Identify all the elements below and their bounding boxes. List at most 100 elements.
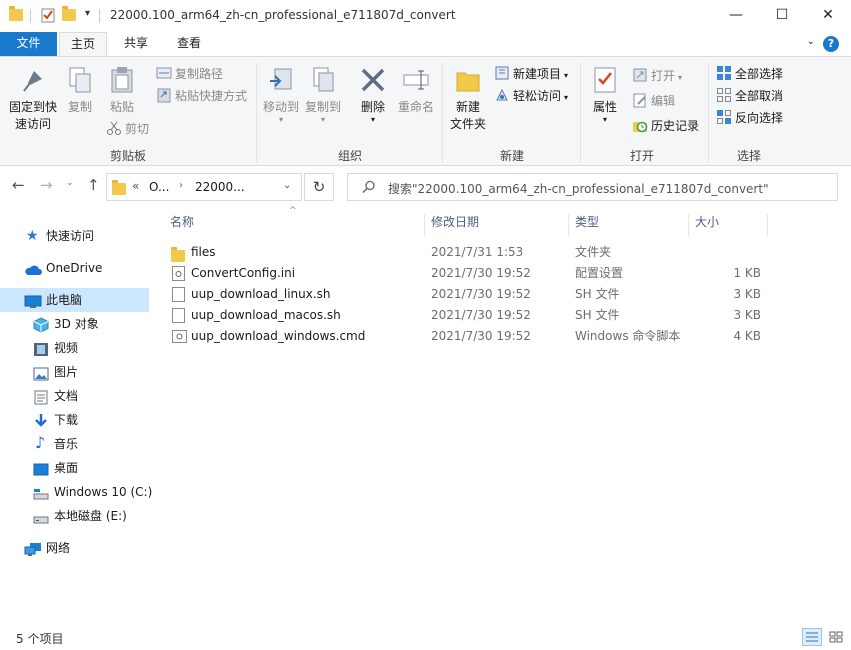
new-item-label: 新建项目 bbox=[513, 67, 562, 81]
details-view-button[interactable] bbox=[802, 628, 822, 646]
sidebar-item-desktop[interactable]: 桌面 bbox=[0, 456, 149, 480]
new-folder-button[interactable]: 新建 文件夹 bbox=[446, 65, 490, 133]
copy-to-button[interactable]: 复制到 ▾ bbox=[302, 65, 344, 124]
group-separator bbox=[708, 63, 709, 163]
collapse-ribbon-icon[interactable]: ⌄ bbox=[807, 36, 815, 47]
file-name: uup_download_windows.cmd bbox=[191, 329, 366, 343]
history-button[interactable]: 历史记录 bbox=[632, 116, 699, 136]
sidebar-item-windows-drive[interactable]: Windows 10 (C:) bbox=[0, 480, 153, 504]
tab-home[interactable]: 主页 bbox=[59, 32, 107, 56]
recent-locations-icon[interactable]: ⌄ bbox=[66, 178, 74, 188]
invert-selection-label: 反向选择 bbox=[735, 111, 784, 125]
breadcrumb-overflow-icon[interactable]: « bbox=[132, 179, 139, 193]
file-row[interactable]: uup_download_macos.sh 2021/7/30 19:52 SH… bbox=[168, 305, 768, 326]
forward-arrow-icon[interactable]: → bbox=[40, 176, 53, 194]
search-input[interactable]: 搜索"22000.100_arm64_zh-cn_professional_e7… bbox=[347, 173, 838, 201]
move-to-button[interactable]: 移动到 ▾ bbox=[260, 65, 302, 124]
sidebar-item-videos[interactable]: 视频 bbox=[0, 336, 149, 360]
delete-x-icon bbox=[358, 65, 388, 95]
move-to-label: 移动到 bbox=[262, 100, 299, 114]
minimize-button[interactable]: — bbox=[713, 0, 759, 30]
file-date: 2021/7/31 1:53 bbox=[431, 245, 524, 259]
rename-button[interactable]: 重命名 bbox=[395, 65, 437, 116]
pin-to-quick-access-button[interactable]: 固定到快 速访问 bbox=[6, 65, 60, 133]
address-bar[interactable]: « O... › 22000... ⌄ bbox=[106, 173, 302, 201]
breadcrumb-segment[interactable]: O... bbox=[149, 180, 169, 194]
new-item-button[interactable]: 新建项目 ▾ bbox=[494, 64, 568, 84]
tab-file[interactable]: 文件 bbox=[0, 32, 57, 56]
folder-icon bbox=[112, 180, 126, 195]
details-view-icon bbox=[806, 632, 818, 642]
sidebar-item-label: 本地磁盘 (E:) bbox=[54, 509, 127, 523]
new-folder-quick-icon[interactable] bbox=[62, 6, 78, 23]
drive-icon bbox=[33, 485, 49, 500]
breadcrumb-segment[interactable]: 22000... bbox=[195, 180, 245, 194]
tab-view[interactable]: 查看 bbox=[165, 32, 213, 56]
refresh-button[interactable]: ↻ bbox=[304, 173, 334, 201]
sidebar-item-3d-objects[interactable]: 3D 对象 bbox=[0, 312, 149, 336]
ribbon-tabs: 文件 主页 共享 查看 bbox=[0, 32, 851, 56]
edit-label: 编辑 bbox=[651, 94, 676, 108]
ribbon: 固定到快 速访问 复制 粘贴 复制路径 粘贴快捷方式 剪切 剪贴板 移动到 ▾ … bbox=[0, 56, 851, 166]
properties-icon bbox=[590, 65, 620, 95]
sidebar-item-music[interactable]: ♪ 音乐 bbox=[0, 432, 149, 456]
open-button[interactable]: 打开 ▾ bbox=[632, 66, 682, 86]
paste-shortcut-button[interactable]: 粘贴快捷方式 bbox=[156, 86, 247, 106]
sidebar-item-label: Windows 10 (C:) bbox=[54, 485, 153, 499]
back-arrow-icon[interactable]: ← bbox=[12, 176, 25, 194]
copy-button[interactable]: 复制 bbox=[62, 65, 98, 116]
column-header-size[interactable]: 大小 bbox=[689, 214, 768, 236]
breadcrumb-separator-icon[interactable]: › bbox=[179, 180, 183, 191]
sidebar-item-label: 视频 bbox=[54, 341, 79, 355]
edit-icon bbox=[632, 92, 648, 108]
column-header-type[interactable]: 类型 bbox=[569, 214, 689, 236]
file-date: 2021/7/30 19:52 bbox=[431, 287, 531, 301]
customize-quick-access-icon[interactable]: ▾ bbox=[85, 8, 90, 19]
column-header-date[interactable]: 修改日期 bbox=[425, 214, 569, 236]
sidebar-item-this-pc[interactable]: 此电脑 bbox=[0, 288, 149, 312]
file-row[interactable]: files 2021/7/31 1:53 文件夹 bbox=[168, 242, 768, 263]
sidebar-item-pictures[interactable]: 图片 bbox=[0, 360, 149, 384]
maximize-button[interactable]: ☐ bbox=[759, 0, 805, 30]
copy-path-button[interactable]: 复制路径 bbox=[156, 64, 223, 84]
delete-button[interactable]: 删除 ▾ bbox=[354, 65, 392, 124]
properties-button[interactable]: 属性 ▾ bbox=[586, 65, 624, 124]
select-all-button[interactable]: 全部选择 bbox=[716, 64, 783, 84]
sidebar-item-downloads[interactable]: 下载 bbox=[0, 408, 149, 432]
close-button[interactable]: ✕ bbox=[805, 0, 851, 30]
cut-button[interactable]: 剪切 bbox=[106, 119, 149, 139]
organize-group-label: 组织 bbox=[337, 149, 362, 163]
edit-button[interactable]: 编辑 bbox=[632, 91, 675, 111]
paste-button[interactable]: 粘贴 bbox=[104, 65, 140, 116]
sidebar-item-documents[interactable]: 文档 bbox=[0, 384, 149, 408]
file-type: 配置设置 bbox=[575, 266, 624, 280]
sidebar-item-quick-access[interactable]: ★ 快速访问 bbox=[0, 224, 149, 248]
refresh-icon: ↻ bbox=[312, 178, 326, 196]
tab-share[interactable]: 共享 bbox=[112, 32, 160, 56]
sidebar-item-local-disk[interactable]: 本地磁盘 (E:) bbox=[0, 504, 149, 528]
easy-access-button[interactable]: 轻松访问 ▾ bbox=[494, 86, 568, 106]
properties-quick-icon[interactable] bbox=[40, 7, 56, 23]
folder-icon bbox=[9, 6, 25, 23]
group-separator bbox=[256, 63, 257, 163]
file-row[interactable]: uup_download_windows.cmd 2021/7/30 19:52… bbox=[168, 326, 768, 347]
sidebar-item-network[interactable]: 网络 bbox=[0, 536, 149, 560]
new-item-icon bbox=[494, 65, 510, 81]
file-row[interactable]: ConvertConfig.ini 2021/7/30 19:52 配置设置 1… bbox=[168, 263, 768, 284]
sidebar-item-onedrive[interactable]: OneDrive bbox=[0, 256, 149, 280]
select-none-button[interactable]: 全部取消 bbox=[716, 86, 783, 106]
file-type: Windows 命令脚本 bbox=[575, 329, 681, 343]
file-list: ^ 名称 修改日期 类型 大小 files 2021/7/31 1:53 文件夹… bbox=[152, 206, 851, 624]
select-all-icon bbox=[716, 65, 732, 81]
invert-selection-button[interactable]: 反向选择 bbox=[716, 108, 783, 128]
cloud-icon bbox=[24, 261, 42, 275]
up-arrow-icon[interactable]: ↑ bbox=[87, 176, 100, 194]
help-icon[interactable]: ? bbox=[823, 36, 839, 52]
large-icons-view-button[interactable] bbox=[826, 628, 846, 646]
file-row[interactable]: uup_download_linux.sh 2021/7/30 19:52 SH… bbox=[168, 284, 768, 305]
address-dropdown-icon[interactable]: ⌄ bbox=[283, 180, 291, 191]
rename-label: 重命名 bbox=[397, 100, 434, 114]
column-header-name[interactable]: 名称 bbox=[164, 214, 425, 236]
sidebar-item-label: OneDrive bbox=[46, 261, 103, 275]
divider bbox=[99, 9, 100, 23]
